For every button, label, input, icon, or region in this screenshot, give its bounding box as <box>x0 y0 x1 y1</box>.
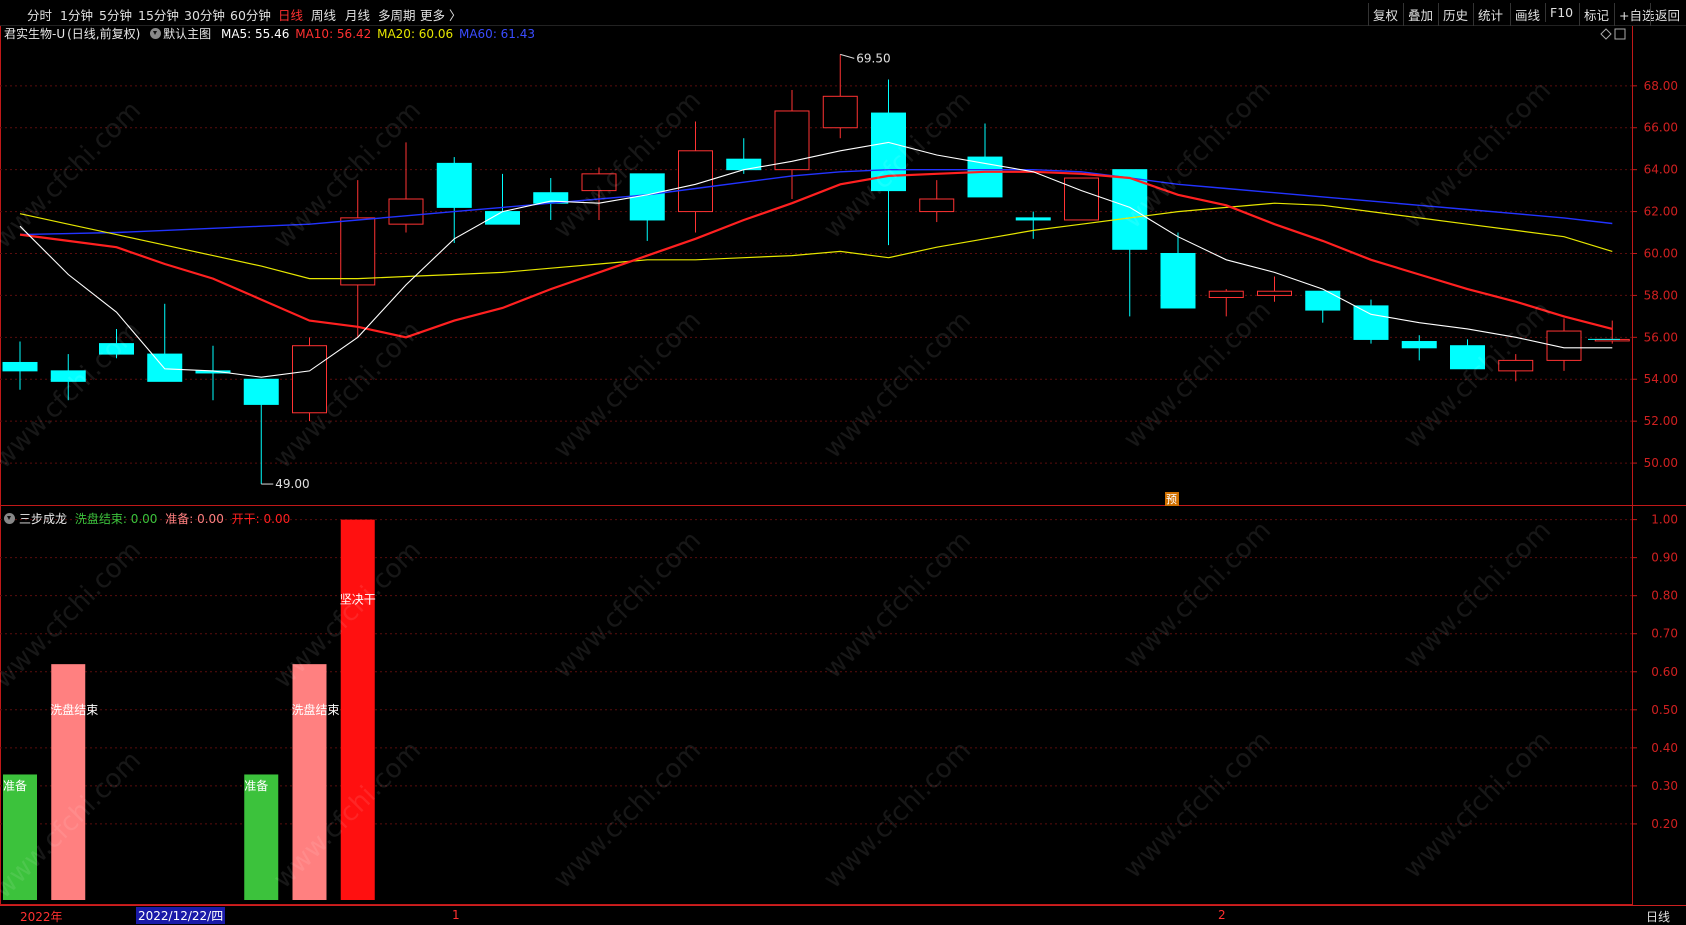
period-toolbar: 分时 1分钟 5分钟 15分钟 30分钟 60分钟 日线 周线 月线 多周期 更多 〉 复权 叠加 历史统… <box>0 0 1686 26</box>
indicator-tick-label: 0.60 <box>1651 665 1678 679</box>
year-label: 2022年 <box>20 910 63 924</box>
ma20-line <box>19 202 1613 280</box>
indicator-bar-zb[interactable] <box>3 774 37 900</box>
candle-down[interactable] <box>1305 290 1341 311</box>
candle-up[interactable] <box>1257 290 1292 296</box>
candle-down[interactable] <box>50 370 86 382</box>
pred-marker: 预 <box>1166 493 1177 506</box>
period-tab-8[interactable]: 月线 <box>345 5 370 24</box>
indicator-bar-label: 准备 <box>244 779 268 793</box>
ma5-value: MA5: 55.46 <box>220 27 290 41</box>
indicator-tick-label: 0.90 <box>1651 551 1678 565</box>
indicator-bar-label: 洗盘结束 <box>50 702 98 717</box>
kg-value: 开干: 0.00 <box>231 512 291 526</box>
toolbar-button-0[interactable]: 复权 <box>1368 3 1402 26</box>
ma20-value: MA20: 60.06 <box>377 27 454 41</box>
toolbar-button-5[interactable]: F10 <box>1545 3 1577 22</box>
indicator-tick-label: 0.40 <box>1651 741 1678 755</box>
period-tab-7[interactable]: 周线 <box>311 5 336 24</box>
chart-mode: (日线,前复权) <box>67 27 141 41</box>
candle-down[interactable] <box>1401 341 1437 349</box>
indicator-tick-label: 1.00 <box>1651 513 1678 527</box>
dropdown-icon[interactable] <box>150 28 162 39</box>
period-tab-3[interactable]: 15分钟 <box>138 5 179 24</box>
ma60-line <box>19 169 1613 236</box>
candle-up[interactable] <box>822 95 858 129</box>
month-label-2: 2 <box>1218 908 1226 922</box>
dropdown-icon[interactable] <box>4 513 15 524</box>
indicator-bar-kg[interactable] <box>340 519 375 900</box>
candle-up[interactable] <box>388 198 424 225</box>
candle-down[interactable] <box>1160 252 1196 309</box>
zb-value: 准备: 0.00 <box>165 512 224 526</box>
indicator-bar-xpjs[interactable] <box>51 664 86 900</box>
candle-up[interactable] <box>581 173 617 192</box>
indicator-tick-label: 0.50 <box>1651 703 1678 717</box>
candle-down[interactable] <box>1450 345 1485 370</box>
high-pointer <box>840 53 855 59</box>
month-label-1: 1 <box>452 908 460 922</box>
price-tick-label: 56.00 <box>1644 330 1678 344</box>
price-tick-label: 62.00 <box>1644 205 1678 219</box>
candle-up[interactable] <box>340 217 376 286</box>
indicator-bar-zb[interactable] <box>244 774 279 900</box>
candle-up[interactable] <box>1498 359 1534 372</box>
candle-down[interactable] <box>1353 305 1389 340</box>
period-tab-4[interactable]: 30分钟 <box>184 5 225 24</box>
price-tick-label: 50.00 <box>1644 456 1678 470</box>
price-tick-label: 60.00 <box>1644 246 1678 260</box>
candle-down[interactable] <box>147 353 183 382</box>
indicator-tick-label: 0.30 <box>1651 779 1678 793</box>
main-chart-header: 君实生物-U (日线,前复权) 默认主图 MA5: 55.46 MA10: 56.… <box>0 25 1632 43</box>
indicator-bar-label: 准备 <box>3 779 27 793</box>
price-tick-label: 68.00 <box>1644 79 1678 93</box>
stock-name: 君实生物-U <box>4 27 66 41</box>
candle-up[interactable] <box>1208 290 1244 299</box>
main-template[interactable]: 默认主图 <box>163 27 211 41</box>
period-tab-2[interactable]: 5分钟 <box>99 5 132 24</box>
period-tab-1[interactable]: 1分钟 <box>60 5 93 24</box>
toolbar-button-8[interactable]: 返回 <box>1650 3 1684 26</box>
price-tick-label: 54.00 <box>1644 372 1678 386</box>
ma60-value: MA60: 61.43 <box>458 27 536 41</box>
ma10-value: MA10: 56.42 <box>295 27 372 41</box>
status-bar: 2022年 2022/12/22/四 1 2 日线 <box>0 905 1686 924</box>
cursor-date: 2022/12/22/四 <box>136 907 226 924</box>
indicator-bar-xpjs[interactable] <box>292 664 327 900</box>
xpjs-value: 洗盘结束: 0.00 <box>74 512 158 526</box>
period-label[interactable]: 日线 <box>1646 908 1670 925</box>
candle-up[interactable] <box>292 345 327 414</box>
toolbar-button-3[interactable]: 统计 <box>1473 3 1507 26</box>
toolbar-button-4[interactable]: 画线 <box>1510 3 1544 26</box>
indicator-name[interactable]: 三步成龙 <box>19 512 67 526</box>
price-tick-label: 64.00 <box>1644 163 1678 177</box>
period-tab-0[interactable]: 分时 <box>27 5 52 24</box>
kline-chart[interactable]: 50.00 52.00 54.00 56.00 58.00 60.00 62.00 64.00… <box>0 0 1686 923</box>
candle-down[interactable] <box>1015 217 1051 221</box>
low-price-label: 49.00 <box>275 477 309 491</box>
price-tick-label: 58.00 <box>1644 288 1678 302</box>
indicator-header: 三步成龙 洗盘结束: 0.00 准备: 0.00 开干: 0.00 <box>0 510 290 528</box>
period-tab-6[interactable]: 日线 <box>278 5 303 24</box>
candle-down[interactable] <box>99 343 134 355</box>
period-tab-9[interactable]: 多周期 <box>378 5 416 24</box>
high-price-label: 69.50 <box>856 51 890 65</box>
indicator-bar-label: 洗盘结束 <box>292 702 340 717</box>
toolbar-button-2[interactable]: 历史 <box>1438 3 1472 26</box>
price-tick-label: 66.00 <box>1644 121 1678 135</box>
indicator-tick-label: 0.70 <box>1651 627 1678 641</box>
candle-down[interactable] <box>436 162 472 208</box>
candle-down[interactable] <box>2 361 38 372</box>
candle-up[interactable] <box>1064 177 1099 221</box>
indicator-tick-label: 0.20 <box>1651 817 1678 831</box>
period-tab-5[interactable]: 60分钟 <box>230 5 271 24</box>
period-tab-10[interactable]: 更多 〉 <box>420 5 461 24</box>
candle-up[interactable] <box>919 198 955 213</box>
toolbar-button-1[interactable]: 叠加 <box>1403 3 1437 26</box>
candle-down[interactable] <box>243 378 279 405</box>
price-tick-label: 52.00 <box>1644 414 1678 428</box>
indicator-bar-label: 坚决干 <box>340 593 376 607</box>
indicator-tick-label: 0.80 <box>1651 589 1678 603</box>
toolbar-button-6[interactable]: 标记 <box>1579 3 1613 26</box>
